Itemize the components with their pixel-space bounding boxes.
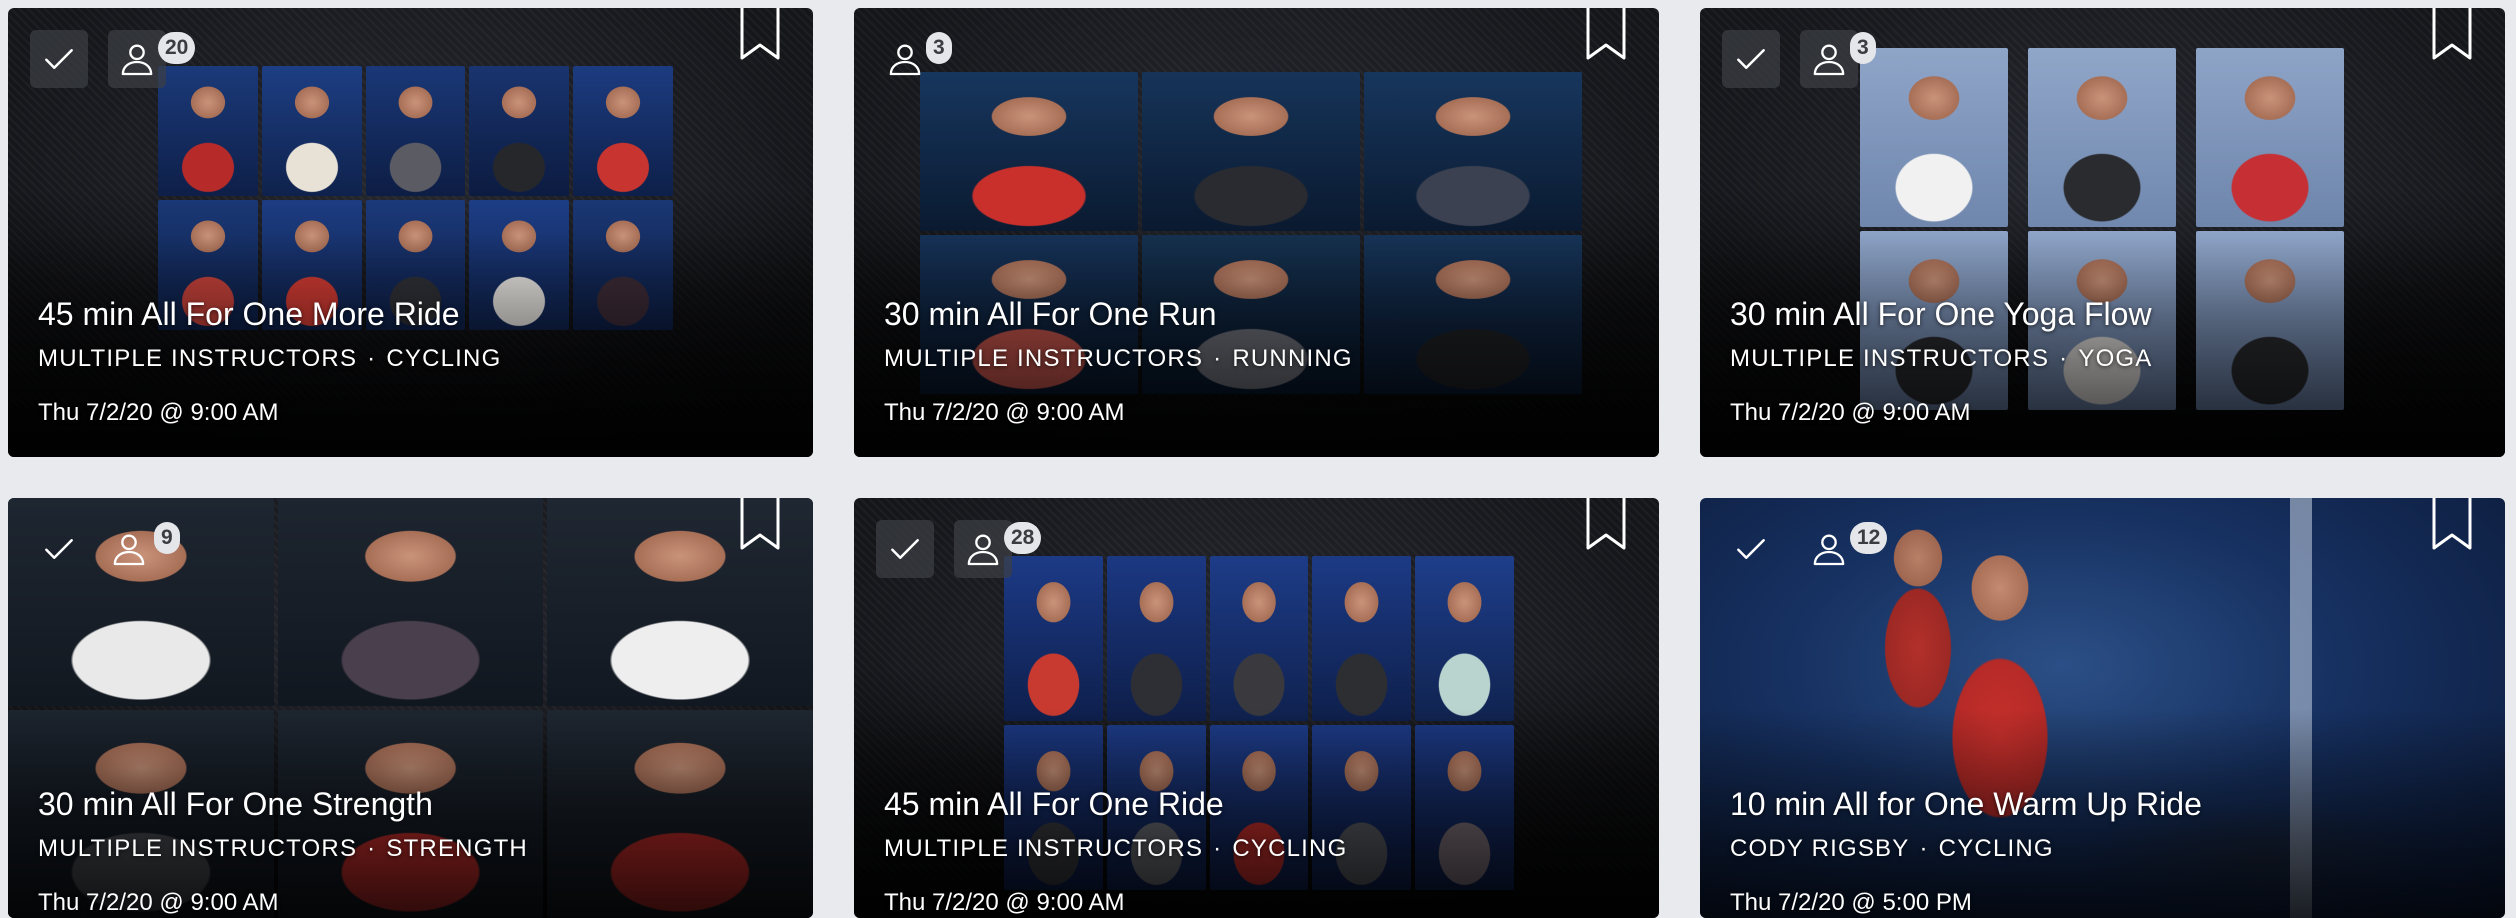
- person-icon: [113, 534, 145, 566]
- class-date: Thu 7/2/20 @ 9:00 AM: [38, 399, 279, 426]
- meta-separator: ·: [1213, 835, 1223, 862]
- person-icon: [967, 534, 999, 566]
- mark-complete-button[interactable]: [1722, 520, 1780, 578]
- bookmark-icon[interactable]: [739, 498, 781, 552]
- class-meta: CODY RIGSBY · CYCLING: [1730, 834, 2054, 864]
- meta-separator: ·: [2059, 345, 2069, 372]
- check-icon: [1737, 49, 1765, 69]
- class-instructor: MULTIPLE INSTRUCTORS: [884, 835, 1204, 862]
- mark-complete-button[interactable]: [876, 520, 934, 578]
- class-instructor: CODY RIGSBY: [1730, 835, 1910, 862]
- meta-separator: ·: [367, 345, 377, 372]
- instructors-button[interactable]: [108, 30, 166, 88]
- class-title: 10 min All for One Warm Up Ride: [1730, 786, 2202, 822]
- class-thumbnail: [158, 66, 673, 330]
- class-discipline: CYCLING: [1232, 835, 1348, 862]
- bookmark-icon[interactable]: [739, 8, 781, 62]
- class-card[interactable]: 3 30 min All For One Yoga Flow MULTIPLE …: [1700, 8, 2505, 457]
- class-date: Thu 7/2/20 @ 5:00 PM: [1730, 889, 1972, 916]
- instructor-count-badge: 12: [1850, 522, 1888, 554]
- class-meta: MULTIPLE INSTRUCTORS · RUNNING: [884, 344, 1353, 374]
- instructors-button[interactable]: [954, 520, 1012, 578]
- class-meta: MULTIPLE INSTRUCTORS · STRENGTH: [38, 834, 528, 864]
- class-discipline: YOGA: [2078, 345, 2153, 372]
- class-card[interactable]: 3 30 min All For One Run MULTIPLE INSTRU…: [854, 8, 1659, 457]
- instructors-button[interactable]: [876, 30, 934, 88]
- mark-complete-button[interactable]: [1722, 30, 1780, 88]
- check-icon: [45, 49, 73, 69]
- bookmark-icon[interactable]: [2431, 8, 2473, 62]
- mark-complete-button[interactable]: [30, 30, 88, 88]
- class-card[interactable]: 9 30 min All For One Strength MULTIPLE I…: [8, 498, 813, 918]
- instructors-button[interactable]: [100, 520, 158, 578]
- class-instructor: MULTIPLE INSTRUCTORS: [38, 345, 358, 372]
- meta-separator: ·: [1213, 345, 1223, 372]
- class-discipline: CYCLING: [1938, 835, 2054, 862]
- instructor-count-badge: 9: [154, 522, 180, 554]
- instructor-count-badge: 20: [158, 32, 196, 64]
- class-date: Thu 7/2/20 @ 9:00 AM: [1730, 399, 1971, 426]
- class-title: 45 min All For One More Ride: [38, 296, 460, 332]
- bookmark-icon[interactable]: [1585, 498, 1627, 552]
- person-icon: [121, 44, 153, 76]
- class-meta: MULTIPLE INSTRUCTORS · CYCLING: [38, 344, 501, 374]
- class-discipline: RUNNING: [1232, 345, 1353, 372]
- class-card[interactable]: 28 45 min All For One Ride MULTIPLE INST…: [854, 498, 1659, 918]
- class-instructor: MULTIPLE INSTRUCTORS: [1730, 345, 2050, 372]
- check-icon: [891, 539, 919, 559]
- instructor-count-badge: 3: [926, 32, 952, 64]
- mark-complete-button[interactable]: [30, 520, 88, 578]
- person-icon: [889, 44, 921, 76]
- class-title: 30 min All For One Strength: [38, 786, 433, 822]
- meta-separator: ·: [367, 835, 377, 862]
- instructor-count-badge: 28: [1004, 522, 1042, 554]
- class-grid: 20 45 min All For One More Ride MULTIPLE…: [8, 8, 2505, 918]
- class-title: 45 min All For One Ride: [884, 786, 1224, 822]
- class-title: 30 min All For One Yoga Flow: [1730, 296, 2152, 332]
- class-date: Thu 7/2/20 @ 9:00 AM: [884, 889, 1125, 916]
- class-date: Thu 7/2/20 @ 9:00 AM: [38, 889, 279, 916]
- meta-separator: ·: [1919, 835, 1929, 862]
- instructor-count-badge: 3: [1850, 32, 1876, 64]
- class-instructor: MULTIPLE INSTRUCTORS: [884, 345, 1204, 372]
- bookmark-icon[interactable]: [2431, 498, 2473, 552]
- bookmark-icon[interactable]: [1585, 8, 1627, 62]
- person-icon: [1813, 534, 1845, 566]
- class-instructor: MULTIPLE INSTRUCTORS: [38, 835, 358, 862]
- instructors-button[interactable]: [1800, 30, 1858, 88]
- class-card[interactable]: 20 45 min All For One More Ride MULTIPLE…: [8, 8, 813, 457]
- instructors-button[interactable]: [1800, 520, 1858, 578]
- person-icon: [1813, 44, 1845, 76]
- class-card[interactable]: 12 10 min All for One Warm Up Ride CODY …: [1700, 498, 2505, 918]
- class-discipline: CYCLING: [386, 345, 502, 372]
- class-meta: MULTIPLE INSTRUCTORS · YOGA: [1730, 344, 2153, 374]
- class-discipline: STRENGTH: [386, 835, 528, 862]
- check-icon: [45, 539, 73, 559]
- class-date: Thu 7/2/20 @ 9:00 AM: [884, 399, 1125, 426]
- check-icon: [1737, 539, 1765, 559]
- class-meta: MULTIPLE INSTRUCTORS · CYCLING: [884, 834, 1347, 864]
- class-title: 30 min All For One Run: [884, 296, 1217, 332]
